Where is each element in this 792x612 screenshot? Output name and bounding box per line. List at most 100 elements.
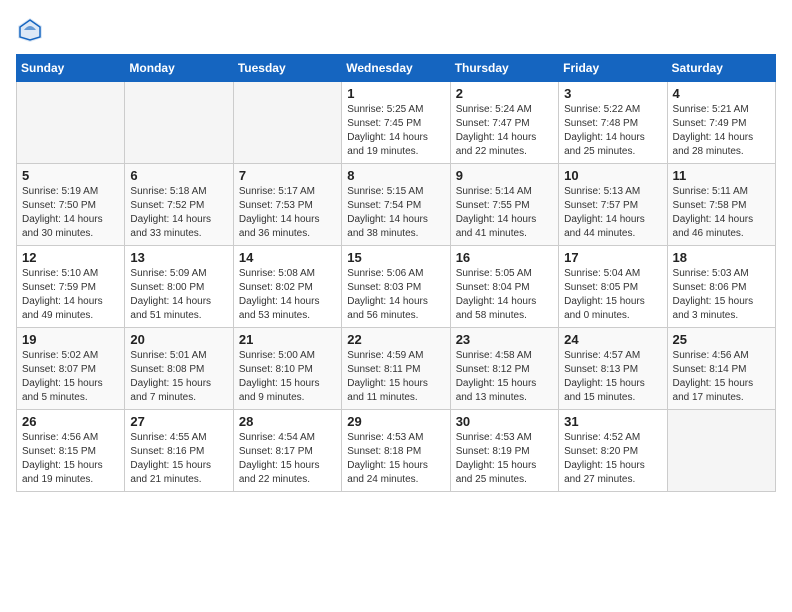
page-header xyxy=(16,16,776,44)
calendar-day-cell: 26 Sunrise: 4:56 AM Sunset: 8:15 PM Dayli… xyxy=(17,410,125,492)
day-info: Sunrise: 5:21 AM Sunset: 7:49 PM Dayligh… xyxy=(673,103,770,159)
day-info: Sunrise: 5:09 AM Sunset: 8:00 PM Dayligh… xyxy=(130,267,227,323)
day-info: Sunrise: 4:58 AM Sunset: 8:12 PM Dayligh… xyxy=(456,349,553,405)
day-info: Sunrise: 4:59 AM Sunset: 8:11 PM Dayligh… xyxy=(347,349,444,405)
day-number: 3 xyxy=(564,86,661,101)
day-number: 31 xyxy=(564,414,661,429)
calendar-day-cell: 23 Sunrise: 4:58 AM Sunset: 8:12 PM Dayli… xyxy=(450,328,558,410)
day-number: 13 xyxy=(130,250,227,265)
day-number: 15 xyxy=(347,250,444,265)
calendar-day-cell: 25 Sunrise: 4:56 AM Sunset: 8:14 PM Dayli… xyxy=(667,328,775,410)
day-info: Sunrise: 5:17 AM Sunset: 7:53 PM Dayligh… xyxy=(239,185,336,241)
day-info: Sunrise: 5:19 AM Sunset: 7:50 PM Dayligh… xyxy=(22,185,119,241)
day-info: Sunrise: 5:25 AM Sunset: 7:45 PM Dayligh… xyxy=(347,103,444,159)
day-info: Sunrise: 5:18 AM Sunset: 7:52 PM Dayligh… xyxy=(130,185,227,241)
day-number: 11 xyxy=(673,168,770,183)
calendar-day-cell: 5 Sunrise: 5:19 AM Sunset: 7:50 PM Daylig… xyxy=(17,164,125,246)
calendar-day-cell xyxy=(667,410,775,492)
day-info: Sunrise: 5:00 AM Sunset: 8:10 PM Dayligh… xyxy=(239,349,336,405)
day-number: 30 xyxy=(456,414,553,429)
logo xyxy=(16,16,48,44)
day-number: 4 xyxy=(673,86,770,101)
day-number: 20 xyxy=(130,332,227,347)
day-info: Sunrise: 5:02 AM Sunset: 8:07 PM Dayligh… xyxy=(22,349,119,405)
calendar-day-cell: 27 Sunrise: 4:55 AM Sunset: 8:16 PM Dayli… xyxy=(125,410,233,492)
calendar-day-cell: 28Sunrise: 4:54 AM Sunset: 8:17 PM Dayli… xyxy=(233,410,341,492)
calendar-table: SundayMondayTuesdayWednesdayThursdayFrid… xyxy=(16,54,776,492)
day-of-week-header: Thursday xyxy=(450,55,558,82)
day-number: 21 xyxy=(239,332,336,347)
day-number: 25 xyxy=(673,332,770,347)
day-of-week-header: Saturday xyxy=(667,55,775,82)
day-number: 22 xyxy=(347,332,444,347)
calendar-day-cell: 19 Sunrise: 5:02 AM Sunset: 8:07 PM Dayli… xyxy=(17,328,125,410)
day-info: Sunrise: 5:10 AM Sunset: 7:59 PM Dayligh… xyxy=(22,267,119,323)
day-info: Sunrise: 5:01 AM Sunset: 8:08 PM Dayligh… xyxy=(130,349,227,405)
day-number: 28 xyxy=(239,414,336,429)
day-of-week-header: Friday xyxy=(559,55,667,82)
day-info: Sunrise: 5:06 AM Sunset: 8:03 PM Dayligh… xyxy=(347,267,444,323)
calendar-day-cell: 10 Sunrise: 5:13 AM Sunset: 7:57 PM Dayli… xyxy=(559,164,667,246)
day-of-week-header: Tuesday xyxy=(233,55,341,82)
day-info: Sunrise: 4:56 AM Sunset: 8:14 PM Dayligh… xyxy=(673,349,770,405)
day-info: Sunrise: 4:53 AM Sunset: 8:18 PM Dayligh… xyxy=(347,431,444,487)
calendar-week-row: 26 Sunrise: 4:56 AM Sunset: 8:15 PM Dayli… xyxy=(17,410,776,492)
day-number: 19 xyxy=(22,332,119,347)
calendar-day-cell: 7Sunrise: 5:17 AM Sunset: 7:53 PM Daylig… xyxy=(233,164,341,246)
calendar-day-cell: 6 Sunrise: 5:18 AM Sunset: 7:52 PM Daylig… xyxy=(125,164,233,246)
day-number: 24 xyxy=(564,332,661,347)
logo-icon xyxy=(16,16,44,44)
day-number: 12 xyxy=(22,250,119,265)
day-info: Sunrise: 4:57 AM Sunset: 8:13 PM Dayligh… xyxy=(564,349,661,405)
day-info: Sunrise: 5:24 AM Sunset: 7:47 PM Dayligh… xyxy=(456,103,553,159)
day-info: Sunrise: 4:53 AM Sunset: 8:19 PM Dayligh… xyxy=(456,431,553,487)
day-info: Sunrise: 5:08 AM Sunset: 8:02 PM Dayligh… xyxy=(239,267,336,323)
calendar-day-cell: 30 Sunrise: 4:53 AM Sunset: 8:19 PM Dayli… xyxy=(450,410,558,492)
day-number: 29 xyxy=(347,414,444,429)
day-number: 26 xyxy=(22,414,119,429)
day-number: 2 xyxy=(456,86,553,101)
calendar-day-cell: 20 Sunrise: 5:01 AM Sunset: 8:08 PM Dayli… xyxy=(125,328,233,410)
calendar-day-cell: 4 Sunrise: 5:21 AM Sunset: 7:49 PM Daylig… xyxy=(667,82,775,164)
calendar-day-cell: 8 Sunrise: 5:15 AM Sunset: 7:54 PM Daylig… xyxy=(342,164,450,246)
day-info: Sunrise: 4:55 AM Sunset: 8:16 PM Dayligh… xyxy=(130,431,227,487)
day-number: 27 xyxy=(130,414,227,429)
day-info: Sunrise: 5:05 AM Sunset: 8:04 PM Dayligh… xyxy=(456,267,553,323)
calendar-day-cell: 22 Sunrise: 4:59 AM Sunset: 8:11 PM Dayli… xyxy=(342,328,450,410)
day-number: 8 xyxy=(347,168,444,183)
calendar-day-cell: 9Sunrise: 5:14 AM Sunset: 7:55 PM Daylig… xyxy=(450,164,558,246)
calendar-day-cell: 12 Sunrise: 5:10 AM Sunset: 7:59 PM Dayli… xyxy=(17,246,125,328)
calendar-day-cell: 21 Sunrise: 5:00 AM Sunset: 8:10 PM Dayli… xyxy=(233,328,341,410)
calendar-day-cell: 3 Sunrise: 5:22 AM Sunset: 7:48 PM Daylig… xyxy=(559,82,667,164)
day-of-week-header: Sunday xyxy=(17,55,125,82)
day-info: Sunrise: 5:14 AM Sunset: 7:55 PM Dayligh… xyxy=(456,185,553,241)
day-number: 17 xyxy=(564,250,661,265)
day-number: 23 xyxy=(456,332,553,347)
calendar-day-cell xyxy=(233,82,341,164)
day-info: Sunrise: 4:56 AM Sunset: 8:15 PM Dayligh… xyxy=(22,431,119,487)
day-number: 6 xyxy=(130,168,227,183)
day-number: 1 xyxy=(347,86,444,101)
calendar-day-cell: 29 Sunrise: 4:53 AM Sunset: 8:18 PM Dayli… xyxy=(342,410,450,492)
calendar-week-row: 1 Sunrise: 5:25 AM Sunset: 7:45 PM Daylig… xyxy=(17,82,776,164)
calendar-day-cell: 2 Sunrise: 5:24 AM Sunset: 7:47 PM Daylig… xyxy=(450,82,558,164)
calendar-day-cell: 31Sunrise: 4:52 AM Sunset: 8:20 PM Dayli… xyxy=(559,410,667,492)
calendar-day-cell xyxy=(125,82,233,164)
day-info: Sunrise: 5:04 AM Sunset: 8:05 PM Dayligh… xyxy=(564,267,661,323)
calendar-day-cell: 17 Sunrise: 5:04 AM Sunset: 8:05 PM Dayli… xyxy=(559,246,667,328)
day-number: 16 xyxy=(456,250,553,265)
day-info: Sunrise: 5:15 AM Sunset: 7:54 PM Dayligh… xyxy=(347,185,444,241)
day-number: 5 xyxy=(22,168,119,183)
day-of-week-header: Wednesday xyxy=(342,55,450,82)
calendar-day-cell: 24 Sunrise: 4:57 AM Sunset: 8:13 PM Dayli… xyxy=(559,328,667,410)
calendar-week-row: 12 Sunrise: 5:10 AM Sunset: 7:59 PM Dayli… xyxy=(17,246,776,328)
day-info: Sunrise: 5:11 AM Sunset: 7:58 PM Dayligh… xyxy=(673,185,770,241)
day-info: Sunrise: 5:03 AM Sunset: 8:06 PM Dayligh… xyxy=(673,267,770,323)
day-info: Sunrise: 5:22 AM Sunset: 7:48 PM Dayligh… xyxy=(564,103,661,159)
calendar-header-row: SundayMondayTuesdayWednesdayThursdayFrid… xyxy=(17,55,776,82)
day-number: 10 xyxy=(564,168,661,183)
calendar-week-row: 5 Sunrise: 5:19 AM Sunset: 7:50 PM Daylig… xyxy=(17,164,776,246)
calendar-day-cell: 13 Sunrise: 5:09 AM Sunset: 8:00 PM Dayli… xyxy=(125,246,233,328)
calendar-week-row: 19 Sunrise: 5:02 AM Sunset: 8:07 PM Dayli… xyxy=(17,328,776,410)
day-info: Sunrise: 5:13 AM Sunset: 7:57 PM Dayligh… xyxy=(564,185,661,241)
